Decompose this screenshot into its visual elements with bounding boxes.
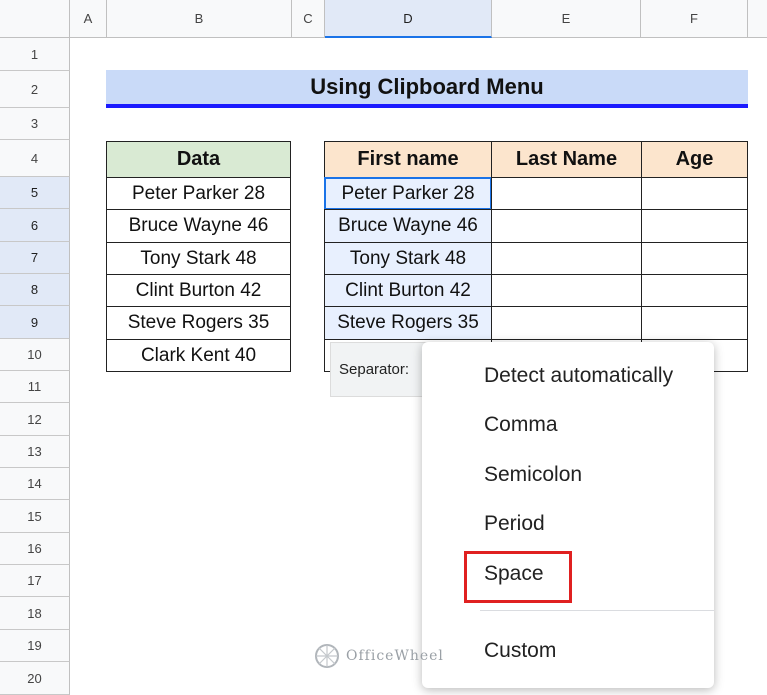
last-name-cell[interactable] [491,306,642,340]
first-name-cell[interactable]: Tony Stark 48 [324,242,492,275]
separator-menu: Detect automatically Comma Semicolon Per… [422,342,714,688]
column-header-a[interactable]: A [70,0,107,38]
row-header-20[interactable]: 20 [0,662,70,695]
separator-label: Separator: [339,361,410,378]
data-cell[interactable]: Tony Stark 48 [106,242,291,275]
age-cell[interactable] [641,274,748,307]
watermark-text: OfficeWheel [346,648,444,664]
menu-item-detect-automatically[interactable]: Detect automatically [484,364,673,388]
age-cell[interactable] [641,209,748,243]
last-name-cell[interactable] [491,242,642,275]
row-header-9[interactable]: 9 [0,306,70,339]
age-cell[interactable] [641,242,748,275]
row-header-6[interactable]: 6 [0,209,70,242]
data-cell[interactable]: Steve Rogers 35 [106,306,291,340]
data-cell[interactable]: Clint Burton 42 [106,274,291,307]
select-all-corner[interactable] [0,0,70,38]
row-header-12[interactable]: 12 [0,403,70,436]
row-header-19[interactable]: 19 [0,630,70,662]
first-name-cell[interactable]: Steve Rogers 35 [324,306,492,340]
menu-divider [480,610,714,611]
first-name-cell[interactable]: Peter Parker 28 [324,177,492,210]
column-header-c[interactable]: C [292,0,325,38]
data-cell[interactable]: Bruce Wayne 46 [106,209,291,243]
last-name-cell[interactable] [491,274,642,307]
row-header-13[interactable]: 13 [0,436,70,468]
first-name-header[interactable]: First name [324,141,492,178]
data-cell[interactable]: Peter Parker 28 [106,177,291,210]
column-header-d[interactable]: D [325,0,492,38]
row-header-2[interactable]: 2 [0,71,70,108]
officewheel-logo-icon [315,644,339,668]
data-cell[interactable]: Clark Kent 40 [106,339,291,372]
row-header-4[interactable]: 4 [0,140,70,177]
row-header-15[interactable]: 15 [0,500,70,533]
row-header-17[interactable]: 17 [0,565,70,597]
last-name-cell[interactable] [491,209,642,243]
column-header-g[interactable] [748,0,767,38]
row-header-7[interactable]: 7 [0,242,70,274]
last-name-cell[interactable] [491,177,642,210]
row-header-11[interactable]: 11 [0,371,70,403]
data-header-cell[interactable]: Data [106,141,291,178]
last-name-header[interactable]: Last Name [491,141,642,178]
menu-item-custom[interactable]: Custom [484,639,556,663]
column-header-e[interactable]: E [492,0,641,38]
row-header-3[interactable]: 3 [0,108,70,140]
menu-item-comma[interactable]: Comma [484,413,558,437]
age-cell[interactable] [641,177,748,210]
first-name-cell[interactable]: Clint Burton 42 [324,274,492,307]
column-header-b[interactable]: B [107,0,292,38]
space-highlight-box [464,551,572,603]
row-header-10[interactable]: 10 [0,339,70,371]
row-header-18[interactable]: 18 [0,597,70,630]
sheet-title[interactable]: Using Clipboard Menu [106,70,748,108]
row-header-5[interactable]: 5 [0,177,70,209]
row-header-1[interactable]: 1 [0,38,70,71]
row-header-14[interactable]: 14 [0,468,70,500]
first-name-cell[interactable]: Bruce Wayne 46 [324,209,492,243]
menu-item-semicolon[interactable]: Semicolon [484,463,582,487]
column-header-f[interactable]: F [641,0,748,38]
row-header-8[interactable]: 8 [0,274,70,306]
age-cell[interactable] [641,306,748,340]
menu-item-period[interactable]: Period [484,512,545,536]
row-header-16[interactable]: 16 [0,533,70,565]
age-header[interactable]: Age [641,141,748,178]
watermark: OfficeWheel [312,636,462,676]
separator-toolbar[interactable]: Separator: [330,342,435,397]
